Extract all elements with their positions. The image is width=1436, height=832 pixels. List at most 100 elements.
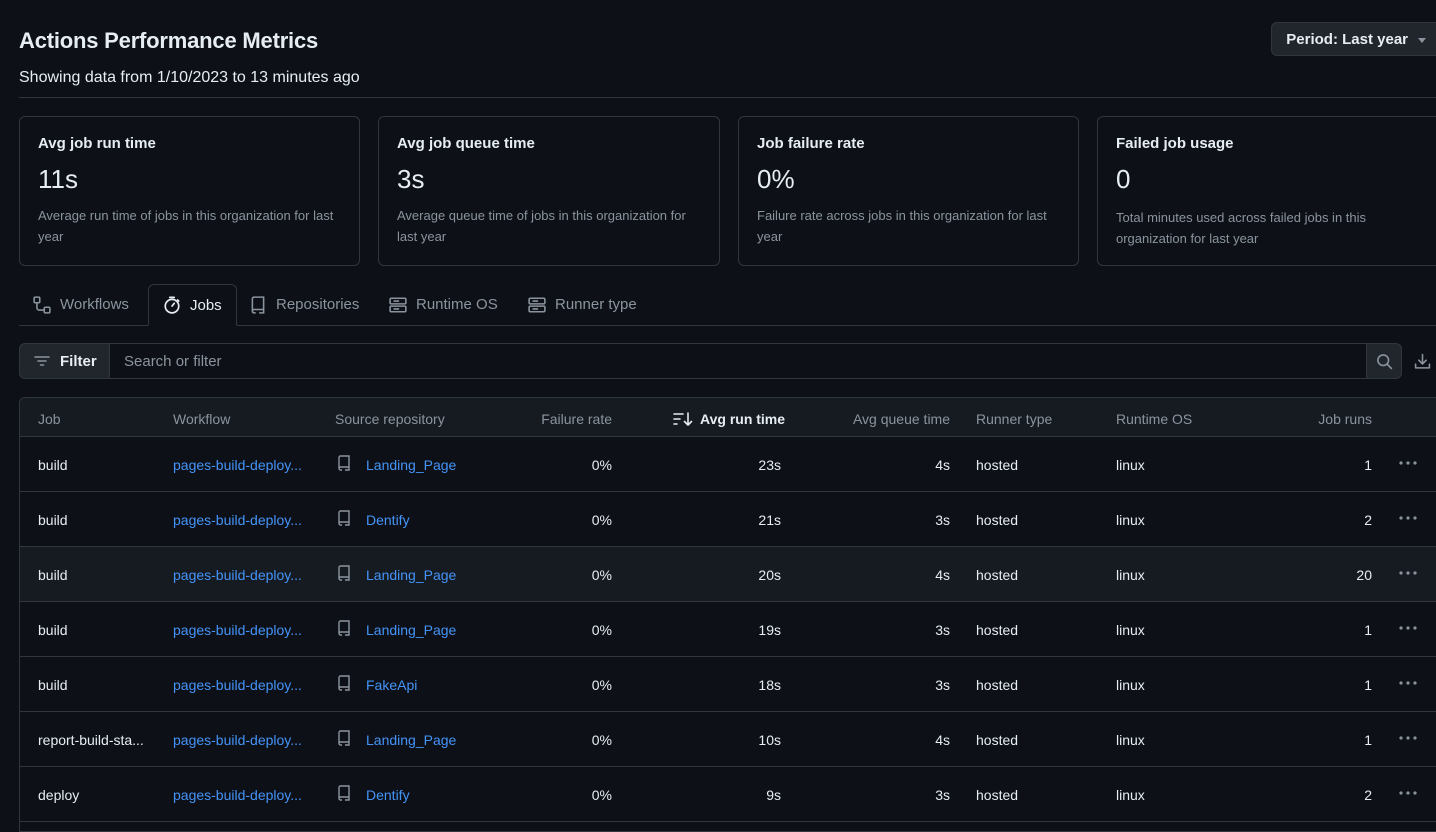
runtime-os: linux [1116,787,1145,803]
job-name: build [38,567,68,583]
search-input[interactable] [110,343,1367,379]
kebab-horizontal-icon [1399,681,1417,685]
repository-link[interactable]: Landing_Page [366,567,456,583]
repo-icon [338,620,350,636]
page-header: Actions Performance Metrics Showing data… [19,22,1436,86]
avg-queue-time: 4s [935,567,950,583]
runtime-os: linux [1116,622,1145,638]
tab-repositories[interactable]: Repositories [235,284,373,325]
tab-label: Jobs [190,296,222,314]
workflow-link[interactable]: pages-build-deploy... [173,677,302,693]
table-row[interactable]: build pages-build-deploy... Landing_Page 0%… [20,437,1436,492]
column-header-failure-rate[interactable]: Failure rate [541,411,612,427]
runtime-os: linux [1116,677,1145,693]
repository-link[interactable]: FakeApi [366,677,417,693]
repository-link[interactable]: Dentify [366,512,410,528]
workflow-link[interactable]: pages-build-deploy... [173,457,302,473]
job-name: deploy [38,787,80,803]
job-name: report-build-sta... [38,732,144,748]
row-actions-button[interactable] [1396,508,1420,528]
job-name: build [38,677,68,693]
filter-button-label: Filter [60,352,97,370]
failure-rate: 0% [591,567,612,583]
column-header-runner-type[interactable]: Runner type [976,411,1052,427]
runner-type: hosted [976,457,1019,473]
card-value: 11s [38,164,78,194]
avg-run-time: 20s [758,567,781,583]
workflow-link[interactable]: pages-build-deploy... [173,787,302,803]
filter-button[interactable]: Filter [19,343,110,379]
header-divider [19,97,1436,98]
column-header-avg-queue-time[interactable]: Avg queue time [853,411,950,427]
tab-jobs[interactable]: Jobs [148,284,237,326]
repo-icon [338,675,350,691]
card-description: Total minutes used across failed jobs in… [1116,210,1367,246]
avg-queue-time: 3s [935,787,950,803]
row-actions-button[interactable] [1396,673,1420,693]
job-name: build [38,457,68,473]
workflow-link[interactable]: pages-build-deploy... [173,732,302,748]
row-actions-button[interactable] [1396,618,1420,638]
card-description: Average queue time of jobs in this organ… [397,208,686,244]
server-icon [389,296,407,313]
avg-queue-time: 3s [935,677,950,693]
table-row[interactable]: build pages-build-deploy... Landing_Page 0%… [20,602,1436,657]
row-actions-button[interactable] [1396,563,1420,583]
tab-runtime-os[interactable]: Runtime OS [375,284,512,325]
repo-icon [338,455,350,471]
kebab-horizontal-icon [1399,516,1417,520]
kebab-horizontal-icon [1399,736,1417,740]
tab-label: Runner type [555,296,637,313]
column-header-job-runs[interactable]: Job runs [1318,411,1372,427]
card-failed-job-usage: Failed job usage 0 Total minutes used ac… [1097,116,1436,266]
table-row[interactable]: deploy pages-build-deploy... Dentify 0% 9s 3s… [20,767,1436,822]
avg-queue-time: 4s [935,457,950,473]
job-runs: 20 [1356,567,1372,583]
avg-run-time: 19s [758,622,781,638]
column-header-runtime-os[interactable]: Runtime OS [1116,411,1192,427]
kebab-horizontal-icon [1399,461,1417,465]
card-description: Failure rate across jobs in this organiz… [757,208,1047,244]
workflow-link[interactable]: pages-build-deploy... [173,512,302,528]
repository-link[interactable]: Landing_Page [366,732,456,748]
period-select-button[interactable]: Period: Last year [1271,22,1436,56]
tab-runner-type[interactable]: Runner type [514,284,651,325]
failure-rate: 0% [591,787,612,803]
column-header-source-repository[interactable]: Source repository [335,411,445,427]
table-row[interactable]: report-build-sta... pages-build-deploy...… [20,712,1436,767]
failure-rate: 0% [591,732,612,748]
card-value: 3s [397,164,425,194]
filter-icon [34,356,50,366]
sort-descending-icon [673,412,693,426]
runner-type: hosted [976,622,1019,638]
avg-queue-time: 4s [935,732,950,748]
repository-link[interactable]: Landing_Page [366,457,456,473]
workflow-link[interactable]: pages-build-deploy... [173,622,302,638]
table-row[interactable]: build pages-build-deploy... FakeApi 0% 18s 3s… [20,657,1436,712]
column-header-avg-run-time[interactable]: Avg run time [673,411,785,427]
card-title: Job failure rate [757,135,865,152]
download-button[interactable] [1412,351,1432,371]
avg-run-time: 21s [758,512,781,528]
row-actions-button[interactable] [1396,728,1420,748]
repository-link[interactable]: Dentify [366,787,410,803]
column-header-job[interactable]: Job [38,411,61,427]
column-header-workflow[interactable]: Workflow [173,411,230,427]
repository-link[interactable]: Landing_Page [366,622,456,638]
runtime-os: linux [1116,732,1145,748]
workflow-icon [33,295,51,314]
row-actions-button[interactable] [1396,783,1420,803]
table-row[interactable]: build pages-build-deploy... Dentify 0% 21s 3s… [20,492,1436,547]
job-runs: 2 [1364,512,1372,528]
row-actions-button[interactable] [1396,453,1420,473]
failure-rate: 0% [591,622,612,638]
tab-label: Workflows [60,296,129,313]
caret-down-icon [1418,38,1426,43]
table-row[interactable]: build pages-build-deploy... Landing_Page 0%… [20,547,1436,602]
tab-workflows[interactable]: Workflows [19,284,143,325]
date-range-text: Showing data from 1/10/2023 to 13 minute… [19,69,360,86]
kebab-horizontal-icon [1399,791,1417,795]
server-icon [528,296,546,313]
workflow-link[interactable]: pages-build-deploy... [173,567,302,583]
search-button[interactable] [1366,343,1402,379]
